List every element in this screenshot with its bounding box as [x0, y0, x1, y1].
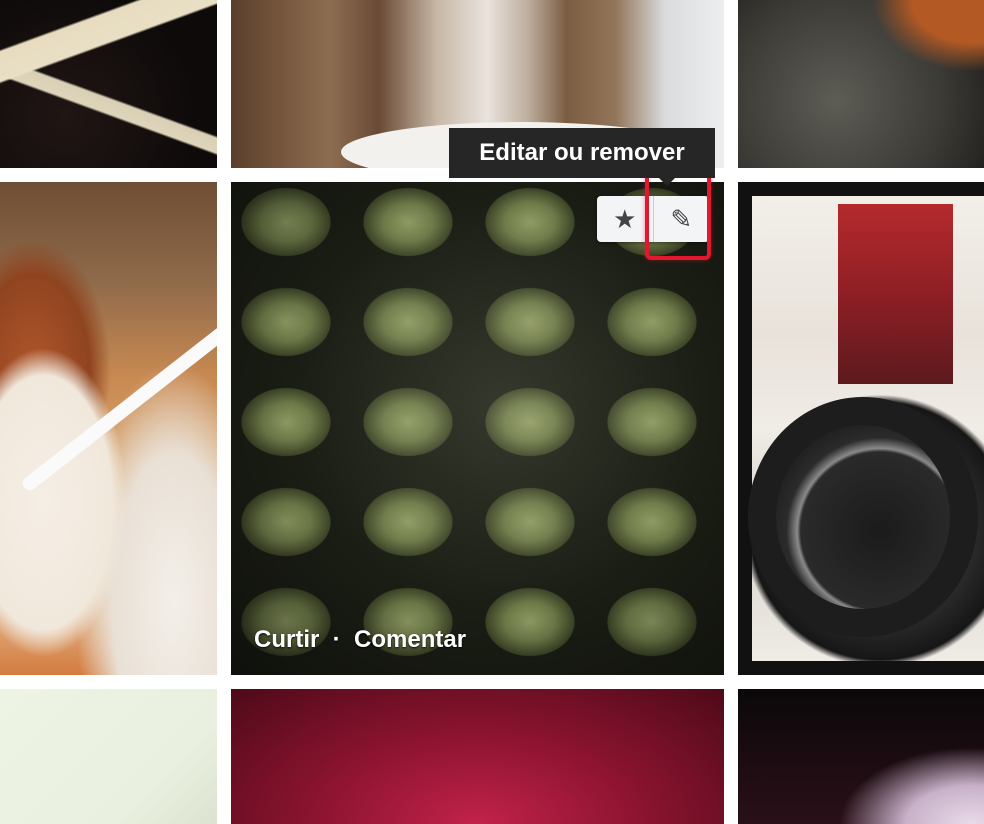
photo-thumbnail-light[interactable]	[0, 689, 217, 824]
photo-thumbnail-headphones[interactable]	[738, 182, 984, 675]
spoon-shape	[20, 321, 217, 494]
tooltip-text: Editar ou remover	[479, 139, 685, 166]
comment-link[interactable]: Comentar	[354, 626, 466, 653]
star-icon: ★	[613, 203, 637, 234]
separator: ·	[326, 626, 348, 653]
tooltip: Editar ou remover	[449, 128, 715, 186]
headphones-shape	[748, 397, 978, 637]
like-link[interactable]: Curtir	[254, 626, 319, 653]
photo-thumbnail-dessert[interactable]	[0, 182, 217, 675]
poster-shape	[838, 204, 953, 384]
photo-thumbnail-red[interactable]	[231, 689, 724, 824]
highlight-box	[645, 170, 711, 260]
photo-thumbnail-dark[interactable]	[738, 689, 984, 824]
photo-thumbnail-desk-pens[interactable]	[0, 0, 217, 168]
photo-thumbnail-pizza[interactable]	[738, 0, 984, 168]
photo-actions: Curtir · Comentar	[254, 626, 466, 654]
